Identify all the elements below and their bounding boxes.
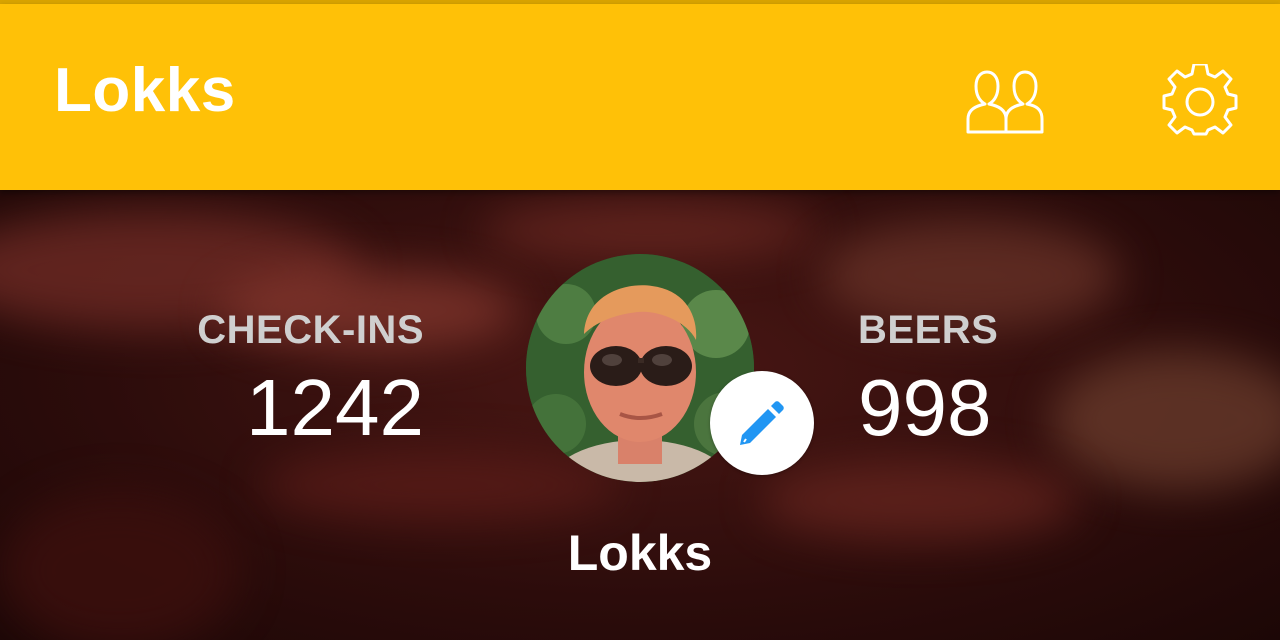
profile-screen: Lokks CHECK-INS 1242 BEERS 998 Lokks <box>0 0 1280 640</box>
settings-button[interactable] <box>1158 64 1242 138</box>
beers-count: 998 <box>858 363 992 452</box>
app-bar: Lokks <box>0 4 1280 190</box>
beers-label: BEERS <box>858 308 999 352</box>
app-title: Lokks <box>54 56 236 125</box>
settings-icon <box>1162 64 1238 136</box>
checkins-label: CHECK-INS <box>197 308 424 352</box>
profile-header: CHECK-INS 1242 BEERS 998 Lokks <box>0 190 1280 640</box>
pencil-icon <box>740 401 784 445</box>
checkins-count: 1242 <box>246 363 424 452</box>
friends-button[interactable] <box>962 66 1046 138</box>
background-blur <box>480 200 820 260</box>
background-blur <box>1050 350 1280 490</box>
friends-icon <box>966 70 1044 134</box>
edit-profile-button[interactable] <box>710 371 814 475</box>
username: Lokks <box>567 525 713 581</box>
background-blur <box>260 450 620 520</box>
